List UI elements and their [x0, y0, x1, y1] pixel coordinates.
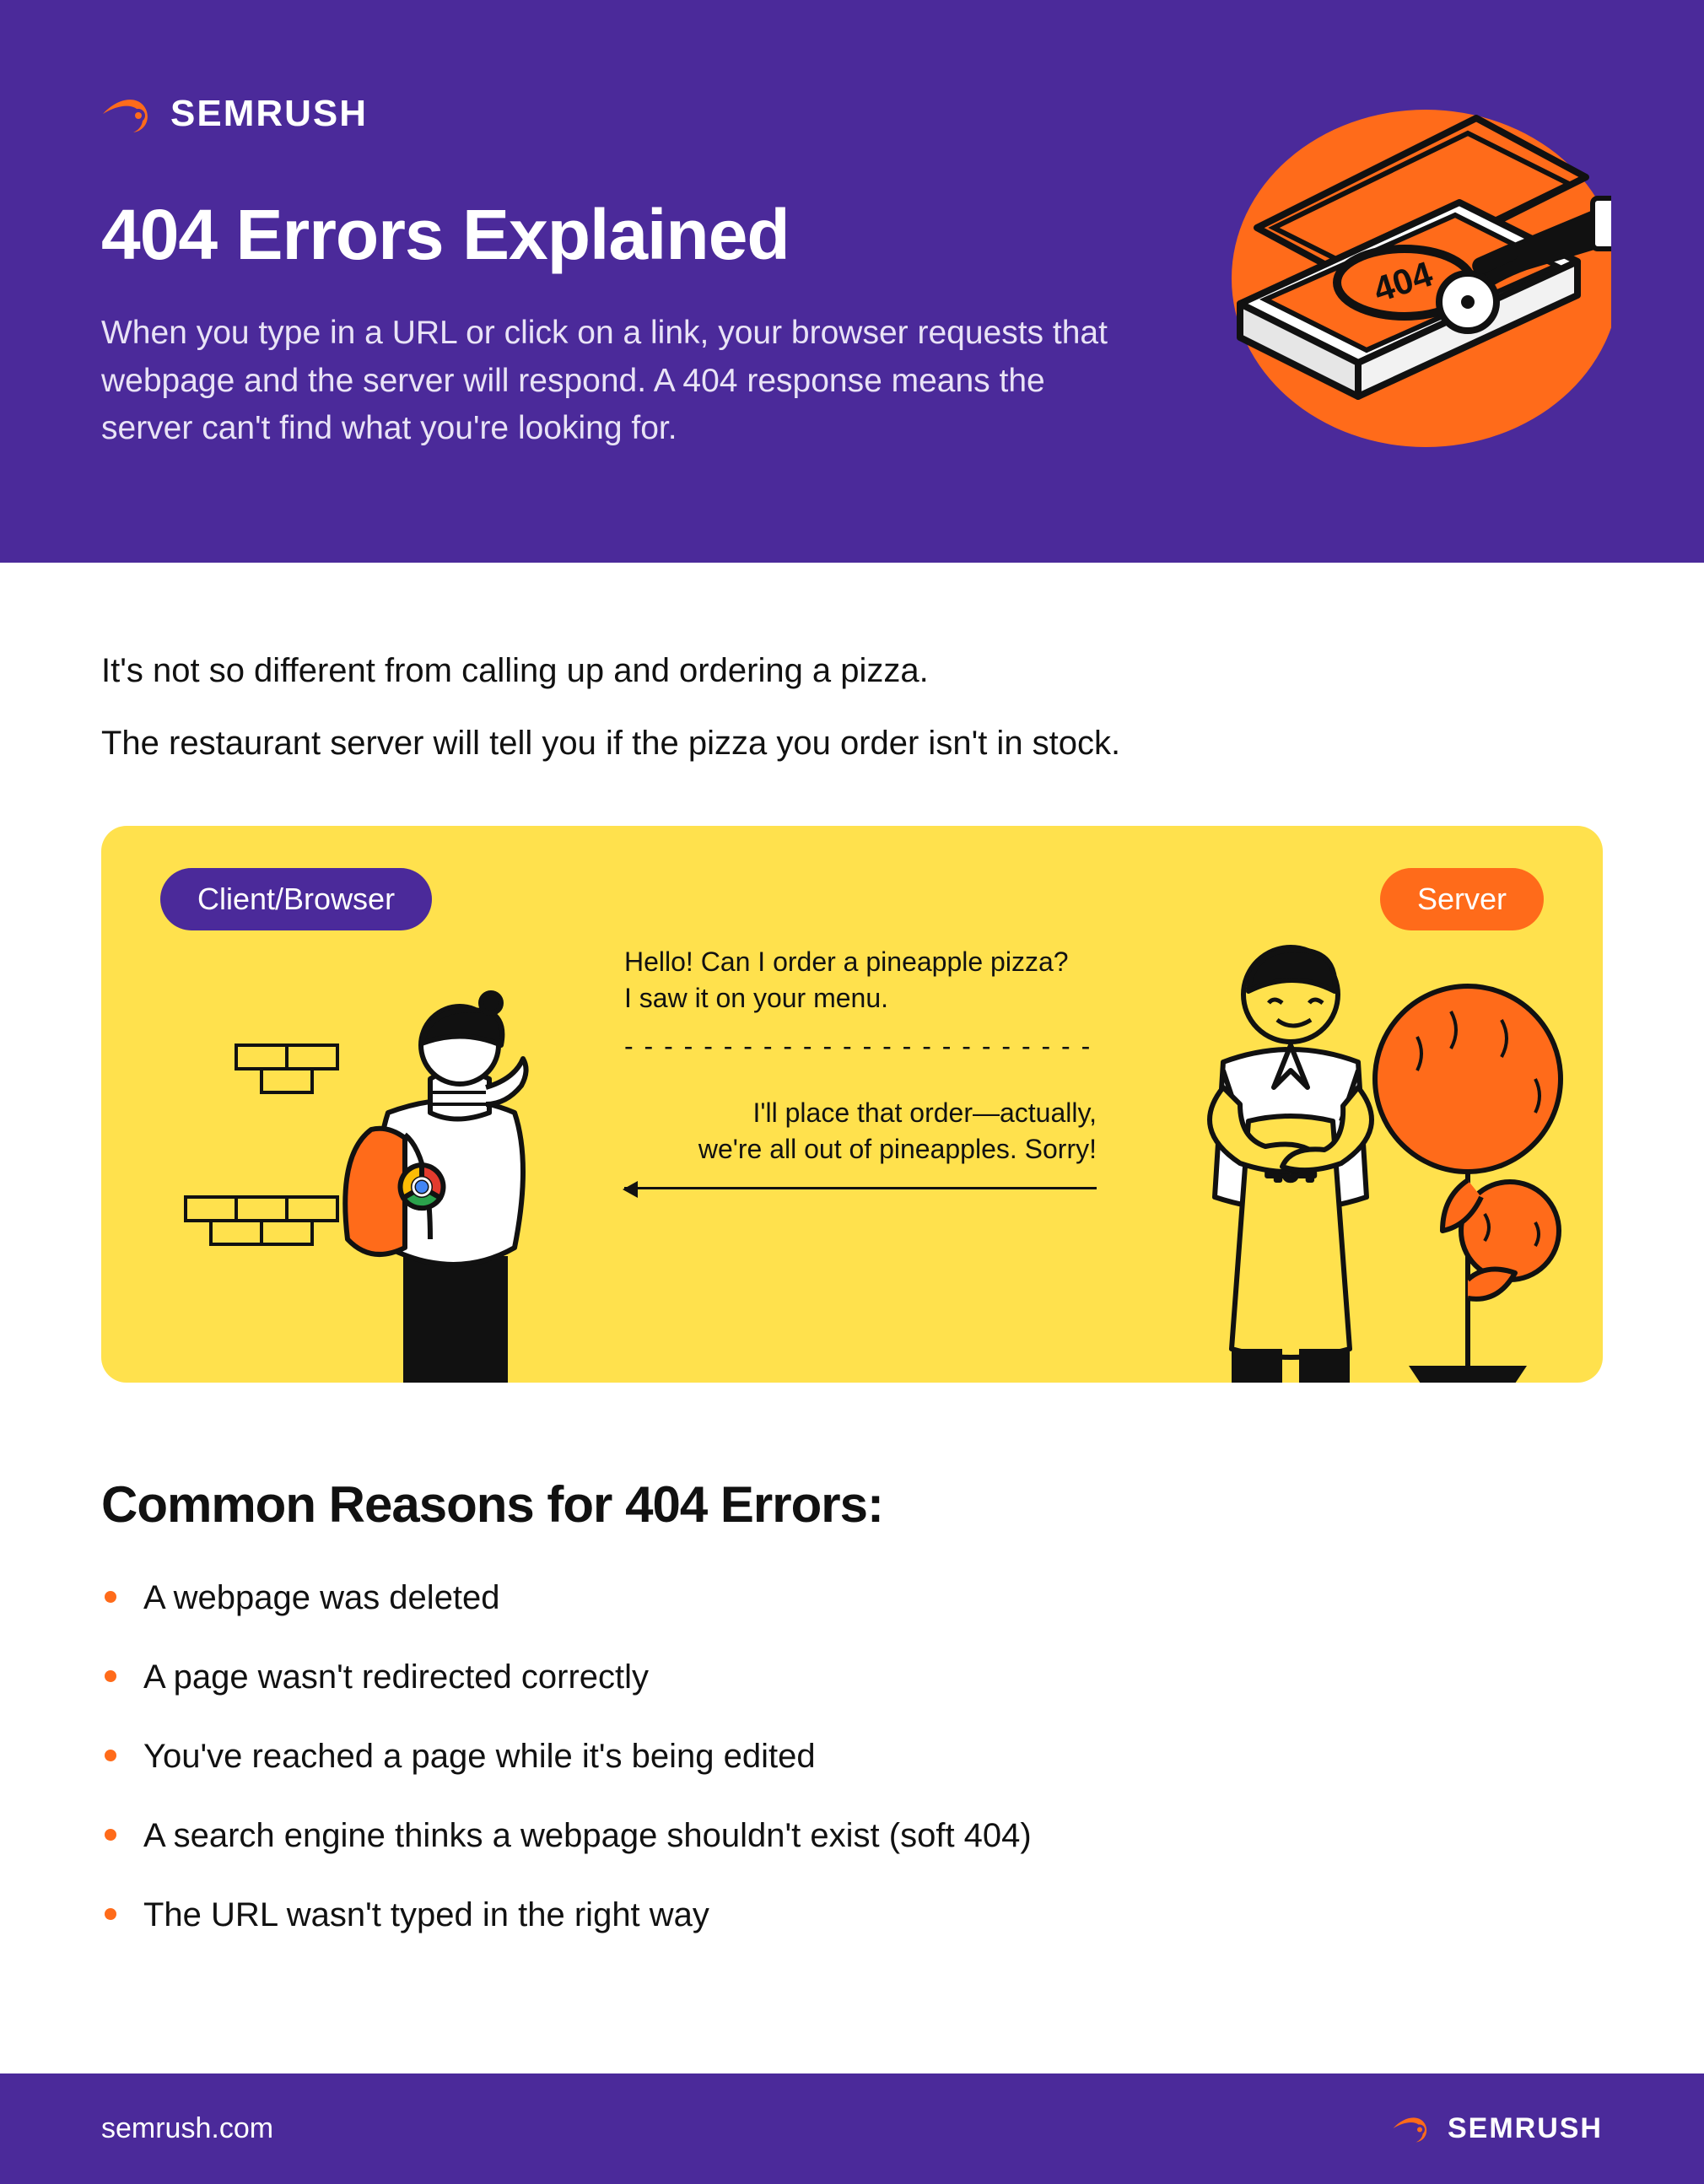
- hero-illustration-pizza-box: 404: [1173, 67, 1611, 456]
- list-item: You've reached a page while it's being e…: [101, 1734, 1603, 1778]
- footer: semrush.com SEMRUSH: [0, 2073, 1704, 2184]
- intro-line-1: It's not so different from calling up an…: [101, 647, 1603, 694]
- semrush-fireball-icon: [1392, 2113, 1432, 2144]
- analogy-card: Client/Browser Server: [101, 826, 1603, 1383]
- response-arrow: [624, 1187, 1097, 1189]
- content: It's not so different from calling up an…: [0, 563, 1704, 2073]
- list-item: A search engine thinks a webpage shouldn…: [101, 1814, 1603, 1858]
- header: SEMRUSH 404 Errors Explained When you ty…: [0, 0, 1704, 563]
- intro-text: It's not so different from calling up an…: [101, 647, 1603, 767]
- list-item: A webpage was deleted: [101, 1576, 1603, 1620]
- brand-name: SEMRUSH: [1448, 2112, 1603, 2145]
- list-item: The URL wasn't typed in the right way: [101, 1893, 1603, 1937]
- request-arrow: - - - - - - - - - - - - - - - - - - - - …: [624, 1028, 1097, 1065]
- list-item: A page wasn't redirected correctly: [101, 1655, 1603, 1699]
- request-text: Hello! Can I order a pineapple pizza? I …: [624, 944, 1097, 1017]
- reasons-list: A webpage was deleted A page wasn't redi…: [101, 1576, 1603, 1937]
- semrush-fireball-icon: [101, 94, 155, 134]
- brand-name: SEMRUSH: [170, 93, 368, 135]
- intro-line-2: The restaurant server will tell you if t…: [101, 720, 1603, 767]
- server-illustration: 404: [1114, 910, 1569, 1383]
- client-illustration: [152, 944, 607, 1383]
- reasons-heading: Common Reasons for 404 Errors:: [101, 1475, 1603, 1534]
- page-lede: When you type in a URL or click on a lin…: [101, 310, 1114, 453]
- client-pill: Client/Browser: [160, 868, 432, 930]
- response-text: I'll place that order—actually, we're al…: [624, 1095, 1097, 1167]
- footer-site: semrush.com: [101, 2112, 273, 2145]
- dialog-text: Hello! Can I order a pineapple pizza? I …: [624, 944, 1097, 1189]
- footer-brand: SEMRUSH: [1392, 2112, 1603, 2145]
